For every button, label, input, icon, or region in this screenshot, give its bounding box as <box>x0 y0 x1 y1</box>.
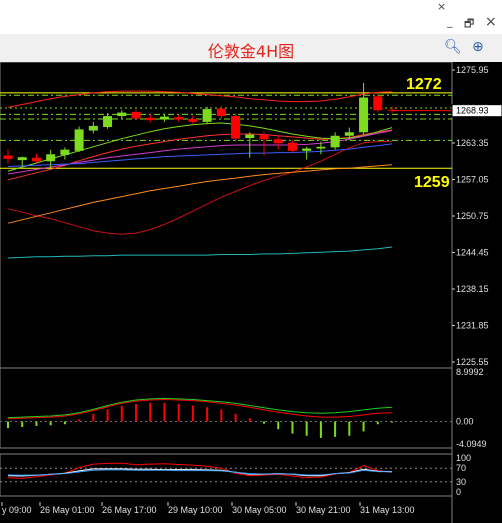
candle-body <box>259 135 269 140</box>
candle-body <box>188 118 198 122</box>
candle-body <box>131 112 141 119</box>
chart-titlebar: 伦敦金4H图 🔍︎ ⊕ <box>0 34 502 63</box>
candle-body <box>373 96 383 111</box>
candle-body <box>231 116 241 139</box>
time-tick-label: 26 May 17:00 <box>102 505 157 515</box>
restore-button[interactable]: 🗗 <box>464 15 474 34</box>
chart-canvas[interactable]: 1275.951269.481263.351257.051250.751244.… <box>0 62 502 523</box>
stoch-tick-label: 30 <box>456 477 466 487</box>
annotation-1259: 1259 <box>414 174 450 191</box>
stoch-tick-label: 70 <box>456 463 466 473</box>
candle-body <box>117 112 127 117</box>
candle-body <box>159 116 169 120</box>
zoom-icon[interactable]: ⊕ <box>472 39 484 55</box>
candle-body <box>60 149 70 155</box>
candle-body <box>145 117 155 121</box>
window-bar: × _ 🗗 × <box>0 0 502 34</box>
price-tick-label: 1225.55 <box>456 357 489 367</box>
macd-tick-label: 8.9992 <box>456 367 484 377</box>
time-tick-label: 30 May 05:00 <box>232 505 287 515</box>
candle-body <box>302 148 312 151</box>
time-tick-label: 31 May 13:00 <box>360 505 415 515</box>
time-tick-label: 29 May 10:00 <box>168 505 223 515</box>
price-tick-label: 1244.45 <box>456 248 489 258</box>
candle-body <box>216 108 226 117</box>
window-menu-close[interactable]: × <box>437 0 446 13</box>
price-tick-label: 1263.35 <box>456 138 489 148</box>
candle-body <box>74 129 84 151</box>
price-tick-label: 1250.75 <box>456 211 489 221</box>
chart-title: 伦敦金4H图 <box>207 42 295 61</box>
time-tick-label: y 09:00 <box>2 505 32 515</box>
candle-body <box>330 135 340 148</box>
candle-body <box>88 125 98 131</box>
candle-body <box>316 146 326 149</box>
candle-body <box>3 155 13 159</box>
time-tick-label: 30 May 21:00 <box>296 505 351 515</box>
macd-tick-label: -4.0949 <box>456 439 487 449</box>
stoch-tick-label: 0 <box>456 487 461 497</box>
stoch-tick-label: 100 <box>456 453 471 463</box>
macd-tick-label: 0.00 <box>456 416 474 426</box>
candle-body <box>31 157 41 162</box>
minimize-button[interactable]: _ <box>447 15 453 28</box>
time-tick-label: 26 May 01:00 <box>40 505 95 515</box>
candle-body <box>245 134 255 139</box>
price-tick-label: 1238.15 <box>456 284 489 294</box>
candle-body <box>174 117 184 120</box>
last-price-label: 1268.93 <box>456 106 489 116</box>
candle-body <box>287 142 297 151</box>
candle-body <box>344 132 354 136</box>
search-icon[interactable]: 🔍︎ <box>444 39 462 55</box>
candle-body <box>359 97 369 133</box>
candle-body <box>103 116 113 128</box>
close-button[interactable]: × <box>485 14 497 30</box>
app-window: × _ 🗗 × 伦敦金4H图 🔍︎ ⊕ 1275.951269.481263.3… <box>0 0 502 523</box>
candle-body <box>202 109 212 122</box>
candle-body <box>46 154 56 162</box>
price-tick-label: 1275.95 <box>456 65 489 75</box>
price-tick-label: 1231.85 <box>456 321 489 331</box>
candle-body <box>273 139 283 144</box>
price-tick-label: 1257.05 <box>456 175 489 185</box>
annotation-1272: 1272 <box>406 76 442 93</box>
candle-body <box>17 157 27 161</box>
